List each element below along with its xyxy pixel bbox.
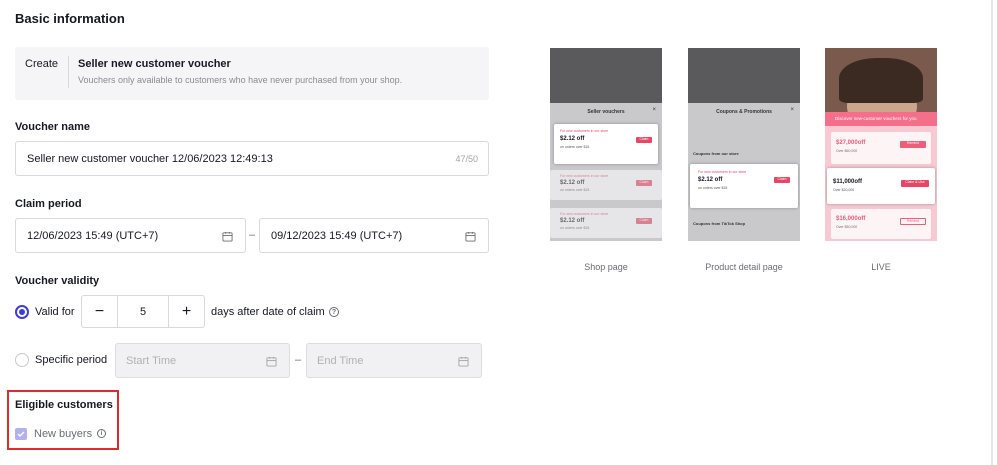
voucher-card: For new customers in our store $2.12 off…	[550, 170, 662, 200]
calendar-icon	[465, 231, 476, 242]
voucher-name-label: Voucher name	[15, 121, 90, 133]
create-description: Vouchers only available to customers who…	[78, 75, 403, 85]
calendar-icon	[266, 356, 277, 367]
create-title: Seller new customer voucher	[78, 58, 231, 70]
voucher-card: For new customers in our store $2.12 off…	[554, 124, 658, 164]
days-input[interactable]: 5	[118, 295, 168, 328]
calendar-icon	[458, 356, 469, 367]
card-remind-button: Remind	[900, 218, 926, 225]
check-icon	[17, 431, 25, 437]
caption-product-detail: Product detail page	[705, 262, 783, 272]
presenter-hair	[839, 58, 923, 103]
close-icon: ×	[790, 107, 794, 113]
card-remind-button: Remind	[900, 141, 926, 148]
claim-separator: –	[249, 229, 256, 241]
calendar-icon	[222, 231, 233, 242]
card-price: $16,000off	[836, 216, 866, 222]
card-sub: Over $60,000	[836, 149, 858, 153]
card-claim-button: Claim	[636, 218, 652, 224]
days-suffix: days after date of claim	[211, 306, 325, 318]
scrollbar[interactable]	[991, 0, 993, 465]
preview-shop-page: Seller vouchers × For new customers in o…	[550, 48, 662, 241]
banner-text: Discover new-customer vouchers for you	[835, 116, 917, 121]
increment-button[interactable]: +	[168, 295, 205, 328]
live-banner: Discover new-customer vouchers for you	[825, 112, 937, 126]
decrement-button[interactable]: −	[81, 295, 118, 328]
card-price: $27,000off	[836, 140, 866, 146]
specific-period-radio[interactable]	[15, 353, 29, 367]
section-title: Basic information	[15, 11, 125, 26]
specific-start-picker[interactable]: Start Time	[115, 343, 290, 378]
voucher-card: For new customers in our store $2.12 off…	[690, 164, 798, 208]
create-divider	[68, 56, 69, 88]
card-price: $2.12 off	[698, 177, 723, 183]
claim-end-picker[interactable]: 09/12/2023 15:49 (UTC+7)	[259, 218, 489, 253]
card-claim-button: Claim	[774, 177, 790, 183]
card-sub: on orders over $15	[698, 186, 728, 190]
sheet-title: Coupons & Promotions	[716, 109, 772, 115]
card-price: $11,000off	[833, 179, 863, 185]
start-time-placeholder: Start Time	[126, 355, 177, 367]
claim-period-label: Claim period	[15, 198, 82, 210]
end-time-placeholder: End Time	[317, 355, 364, 367]
voucher-card: $27,000off Over $60,000 Remind	[831, 132, 931, 164]
voucher-name-value: Seller new customer voucher 12/06/2023 1…	[27, 153, 273, 165]
claim-end-value: 09/12/2023 15:49 (UTC+7)	[271, 230, 403, 242]
card-sub: Over $50,000	[836, 225, 858, 229]
card-tag: For new customers in our store	[560, 174, 609, 178]
claim-start-picker[interactable]: 12/06/2023 15:49 (UTC+7)	[15, 218, 246, 253]
card-tag: For new customers in our store	[560, 212, 609, 216]
card-price: $2.12 off	[560, 180, 585, 186]
preview-live: Discover new-customer vouchers for you $…	[825, 48, 937, 241]
card-price: $2.12 off	[560, 136, 585, 142]
preview-product-detail: Coupons & Promotions × Coupons from our …	[688, 48, 800, 241]
close-icon: ×	[652, 107, 656, 113]
card-tag: For new customers in our store	[560, 129, 609, 133]
card-claim-use-button: Claim & Use	[901, 180, 929, 187]
voucher-card: $11,000off Over $20,000 Claim & Use	[827, 168, 935, 204]
caption-live: LIVE	[871, 262, 891, 272]
specific-separator: –	[295, 354, 302, 366]
voucher-card: $16,000off Over $50,000 Remind	[831, 209, 931, 239]
char-counter: 47/50	[455, 154, 478, 164]
card-claim-button: Claim	[636, 137, 652, 143]
card-sub: on orders over $15	[560, 145, 590, 149]
new-buyers-label: New buyers	[34, 428, 93, 440]
new-buyers-checkbox[interactable]	[15, 428, 27, 440]
create-info-box: Create Seller new customer voucher Vouch…	[15, 47, 489, 100]
card-sub: on orders over $15	[560, 188, 590, 192]
card-sub: Over $20,000	[833, 188, 855, 192]
claim-start-value: 12/06/2023 15:49 (UTC+7)	[27, 230, 159, 242]
voucher-name-input[interactable]: Seller new customer voucher 12/06/2023 1…	[15, 141, 489, 176]
specific-period-label: Specific period	[35, 354, 108, 366]
card-claim-button: Claim	[636, 180, 652, 186]
caption-shop-page: Shop page	[584, 262, 628, 272]
sheet-title: Seller vouchers	[587, 109, 625, 115]
voucher-validity-label: Voucher validity	[15, 275, 100, 287]
card-sub: on orders over $15	[560, 226, 590, 230]
card-price: $2.12 off	[560, 218, 585, 224]
card-tag: For new customers in our store	[698, 170, 747, 174]
help-icon[interactable]: ?	[329, 307, 339, 317]
section-store: Coupons from our store	[693, 151, 739, 156]
eligible-customers-label: Eligible customers	[15, 399, 113, 411]
valid-for-radio[interactable]	[15, 305, 29, 319]
section-tiktok: Coupons from TikTok Shop	[693, 221, 746, 226]
create-tag: Create	[25, 58, 59, 70]
voucher-card: For new customers in our store $2.12 off…	[550, 208, 662, 238]
info-icon[interactable]: i	[97, 429, 106, 438]
valid-for-label: Valid for	[35, 306, 75, 318]
specific-end-picker[interactable]: End Time	[306, 343, 482, 378]
days-stepper: − 5 +	[81, 295, 205, 328]
